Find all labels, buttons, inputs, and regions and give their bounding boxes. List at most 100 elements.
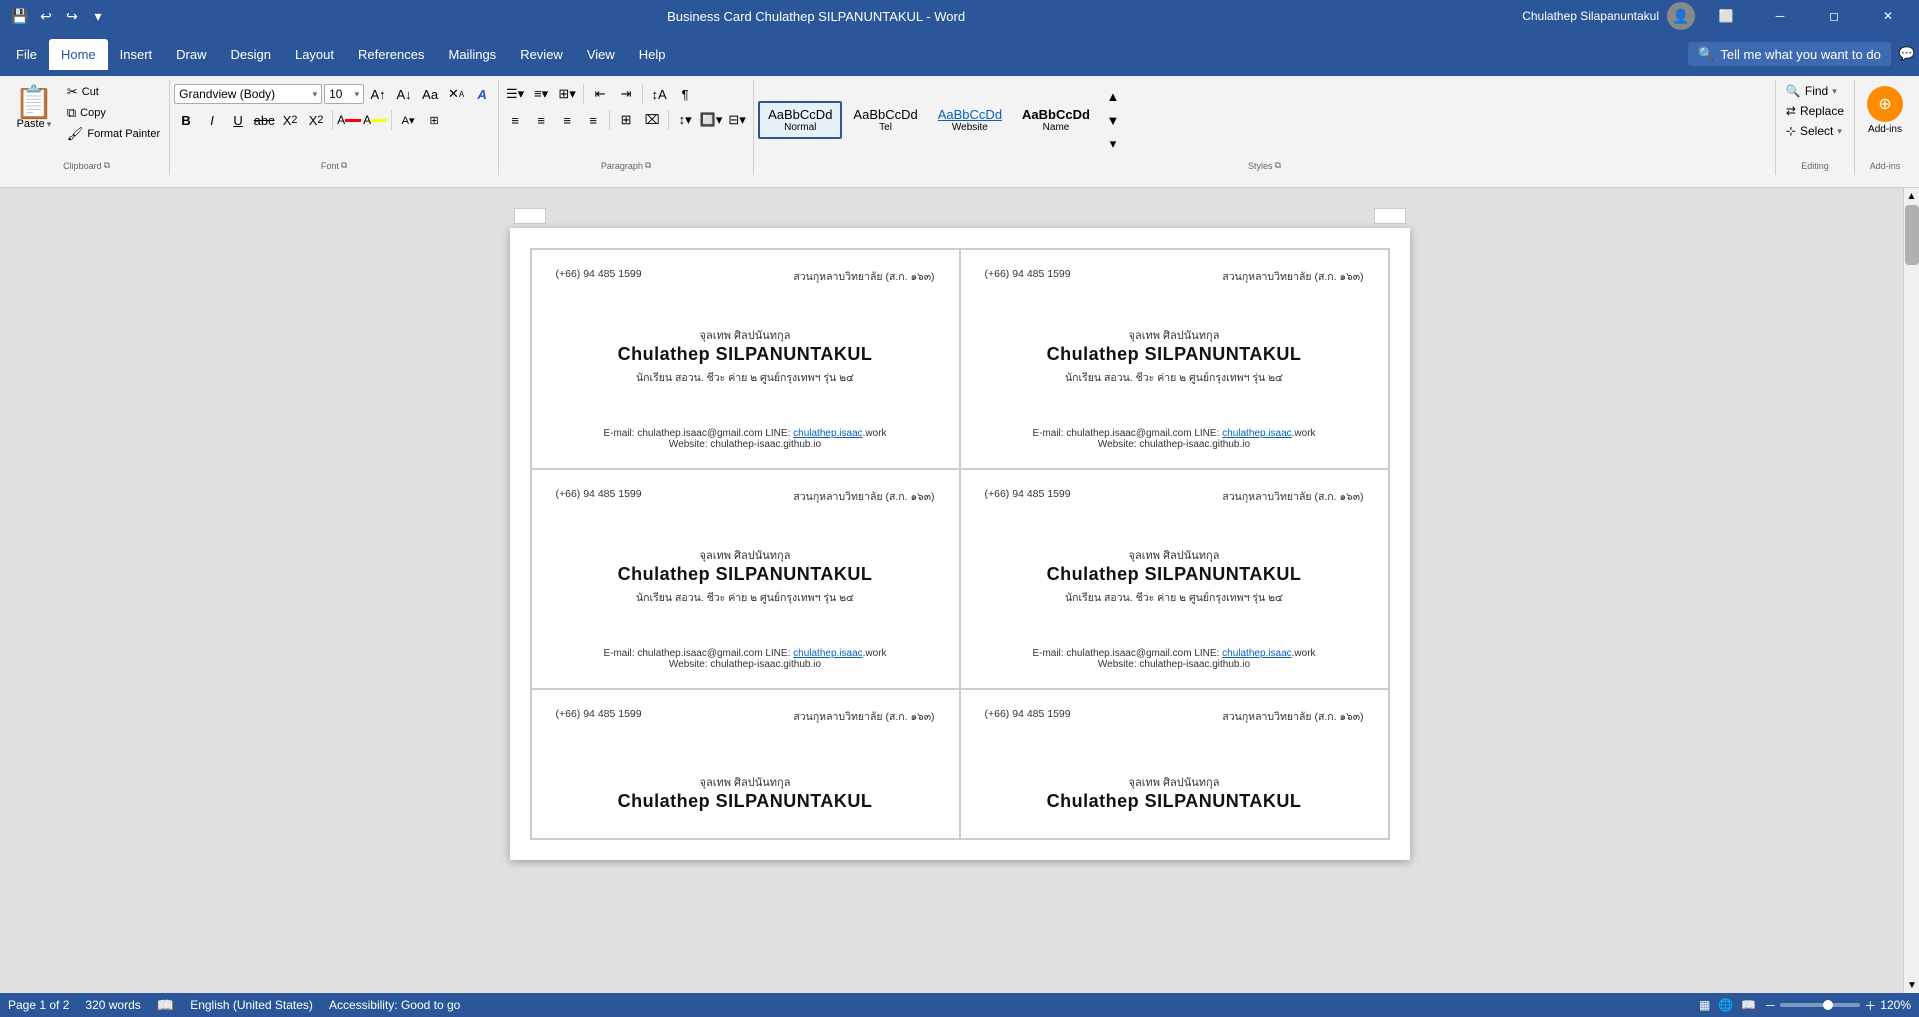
justify-button[interactable]: ≡ (581, 108, 605, 132)
scroll-up-button[interactable]: ▲ (1904, 188, 1919, 204)
card-3-role: นักเรียน สอวน. ชีวะ ค่าย ๒ ศูนย์กรุงเทพฯ… (556, 589, 935, 606)
minimize-button[interactable]: ─ (1757, 0, 1803, 32)
zoom-in-button[interactable]: ＋ (1864, 997, 1876, 1014)
line-spacing-button[interactable]: ↕▾ (673, 108, 697, 132)
borders-button[interactable]: ⊞ (422, 108, 446, 132)
bold-button[interactable]: B (174, 108, 198, 132)
strikethrough-button[interactable]: abc (252, 108, 276, 132)
styles-more[interactable]: ▾ (1101, 132, 1125, 156)
menu-mailings[interactable]: Mailings (437, 39, 509, 70)
paragraph-expand-icon[interactable]: ⧉ (645, 160, 651, 171)
paste-button[interactable]: 📋 Paste ▾ (8, 82, 60, 134)
show-formatting-button[interactable]: ¶ (673, 82, 697, 106)
underline-button[interactable]: U (226, 108, 250, 132)
style-name[interactable]: AaBbCcDd Name (1013, 102, 1099, 138)
print-layout-button[interactable]: ▦ (1699, 998, 1710, 1012)
card-4-line-link[interactable]: chulathep.isaac (1222, 648, 1292, 659)
zoom-level[interactable]: 120% (1880, 998, 1911, 1012)
menu-file[interactable]: File (4, 39, 49, 70)
menu-references[interactable]: References (346, 39, 436, 70)
cut-button[interactable]: ✂ Cut (62, 82, 165, 102)
web-layout-button[interactable]: 🌐 (1718, 998, 1733, 1012)
border-button[interactable]: ⊟▾ (725, 108, 749, 132)
bullets-button[interactable]: ☰▾ (503, 82, 527, 106)
subscript-button[interactable]: X2 (278, 108, 302, 132)
decrease-font-button[interactable]: A↓ (392, 82, 416, 106)
style-normal[interactable]: AaBbCcDd Normal (758, 101, 842, 139)
italic-button[interactable]: I (200, 108, 224, 132)
sort-button[interactable]: ↕A (647, 82, 671, 106)
search-box[interactable]: 🔍 Tell me what you want to do (1688, 42, 1891, 66)
card-1-name-area: จุลเทพ ศิลปนันทกุล Chulathep SILPANUNTAK… (556, 326, 935, 386)
undo-button[interactable]: ↩ (34, 4, 58, 28)
change-case-button[interactable]: Aa (418, 82, 442, 106)
menu-home[interactable]: Home (49, 39, 108, 70)
card-2-line-link[interactable]: chulathep.isaac (1222, 428, 1292, 439)
format-painter-button[interactable]: 🖌 Format Painter (62, 124, 165, 144)
card-3-line-link[interactable]: chulathep.isaac (793, 648, 863, 659)
paste-dropdown-arrow[interactable]: ▾ (47, 119, 52, 130)
comments-button[interactable]: 💬 (1899, 46, 1915, 62)
shading-button[interactable]: 🔲▾ (699, 108, 723, 132)
copy-button[interactable]: ⧉ Copy (62, 103, 165, 123)
ribbon-display-button[interactable]: ⬜ (1703, 0, 1749, 32)
style-website[interactable]: AaBbCcDd Website (929, 102, 1011, 138)
decrease-indent-button[interactable]: ⇤ (588, 82, 612, 106)
vertical-scrollbar[interactable]: ▲ ▼ (1903, 188, 1919, 993)
increase-indent-button[interactable]: ⇥ (614, 82, 638, 106)
menu-help[interactable]: Help (627, 39, 678, 70)
redo-button[interactable]: ↪ (60, 4, 84, 28)
multilevel-button[interactable]: ⊞▾ (555, 82, 579, 106)
language-info[interactable]: English (United States) (190, 998, 313, 1012)
zoom-out-button[interactable]: － (1764, 997, 1776, 1014)
zoom-slider[interactable] (1780, 1003, 1860, 1007)
addins-group: ⊕ Add-ins Add-ins (1855, 80, 1915, 175)
accessibility-info[interactable]: Accessibility: Good to go (329, 998, 460, 1012)
scroll-thumb[interactable] (1905, 205, 1919, 265)
style-tel[interactable]: AaBbCcDd Tel (844, 102, 926, 138)
clear-format-button[interactable]: ✕A (444, 82, 468, 106)
card-1-line-link[interactable]: chulathep.isaac (793, 428, 863, 439)
card-1-phone: (+66) 94 485 1599 (556, 268, 642, 285)
scroll-down-button[interactable]: ▼ (1904, 977, 1919, 993)
superscript-button[interactable]: X2 (304, 108, 328, 132)
highlight-color-button[interactable]: A (363, 108, 387, 132)
menu-review[interactable]: Review (508, 39, 575, 70)
numbering-button[interactable]: ≡▾ (529, 82, 553, 106)
font-size-box[interactable]: 10 ▾ (324, 84, 364, 104)
restore-button[interactable]: ◻ (1811, 0, 1857, 32)
align-center-button[interactable]: ≡ (529, 108, 553, 132)
increase-font-button[interactable]: A↑ (366, 82, 390, 106)
close-button[interactable]: ✕ (1865, 0, 1911, 32)
styles-scroll-up[interactable]: ▲ (1101, 84, 1125, 108)
menu-design[interactable]: Design (219, 39, 283, 70)
read-mode-button[interactable]: 📖 (1741, 998, 1756, 1012)
select-button[interactable]: ⊹ Select ▾ (1780, 122, 1850, 140)
text-effects-button[interactable]: A (470, 82, 494, 106)
find-button[interactable]: 🔍 Find ▾ (1780, 82, 1850, 100)
text-shading-button[interactable]: A▾ (396, 108, 420, 132)
clipboard-expand-icon[interactable]: ⧉ (104, 160, 110, 171)
menu-insert[interactable]: Insert (108, 39, 165, 70)
columns-button[interactable]: ⊞ (614, 108, 638, 132)
align-right-button[interactable]: ≡ (555, 108, 579, 132)
page-break-button[interactable]: ⌧ (640, 108, 664, 132)
avatar[interactable]: 👤 (1667, 2, 1695, 30)
menu-view[interactable]: View (575, 39, 627, 70)
read-mode-icon[interactable]: 📖 (157, 997, 174, 1014)
addins-button[interactable]: ⊕ Add-ins (1859, 82, 1911, 139)
card-6-name-area: จุลเทพ ศิลปนันทกุล Chulathep SILPANUNTAK… (985, 773, 1364, 812)
menu-draw[interactable]: Draw (164, 39, 218, 70)
replace-button[interactable]: ⇄ Replace (1780, 102, 1850, 120)
align-left-button[interactable]: ≡ (503, 108, 527, 132)
font-expand-icon[interactable]: ⧉ (341, 160, 347, 171)
select-icon: ⊹ (1786, 124, 1796, 138)
styles-content: AaBbCcDd Normal AaBbCcDd Tel AaBbCcDd We… (758, 82, 1771, 158)
save-button[interactable]: 💾 (8, 4, 32, 28)
menu-layout[interactable]: Layout (283, 39, 346, 70)
font-color-button[interactable]: A (337, 108, 361, 132)
styles-scroll-down[interactable]: ▼ (1101, 108, 1125, 132)
customize-button[interactable]: ▾ (86, 4, 110, 28)
styles-expand-icon[interactable]: ⧉ (1275, 160, 1281, 171)
font-name-selector[interactable]: Grandview (Body) ▾ (174, 84, 322, 104)
